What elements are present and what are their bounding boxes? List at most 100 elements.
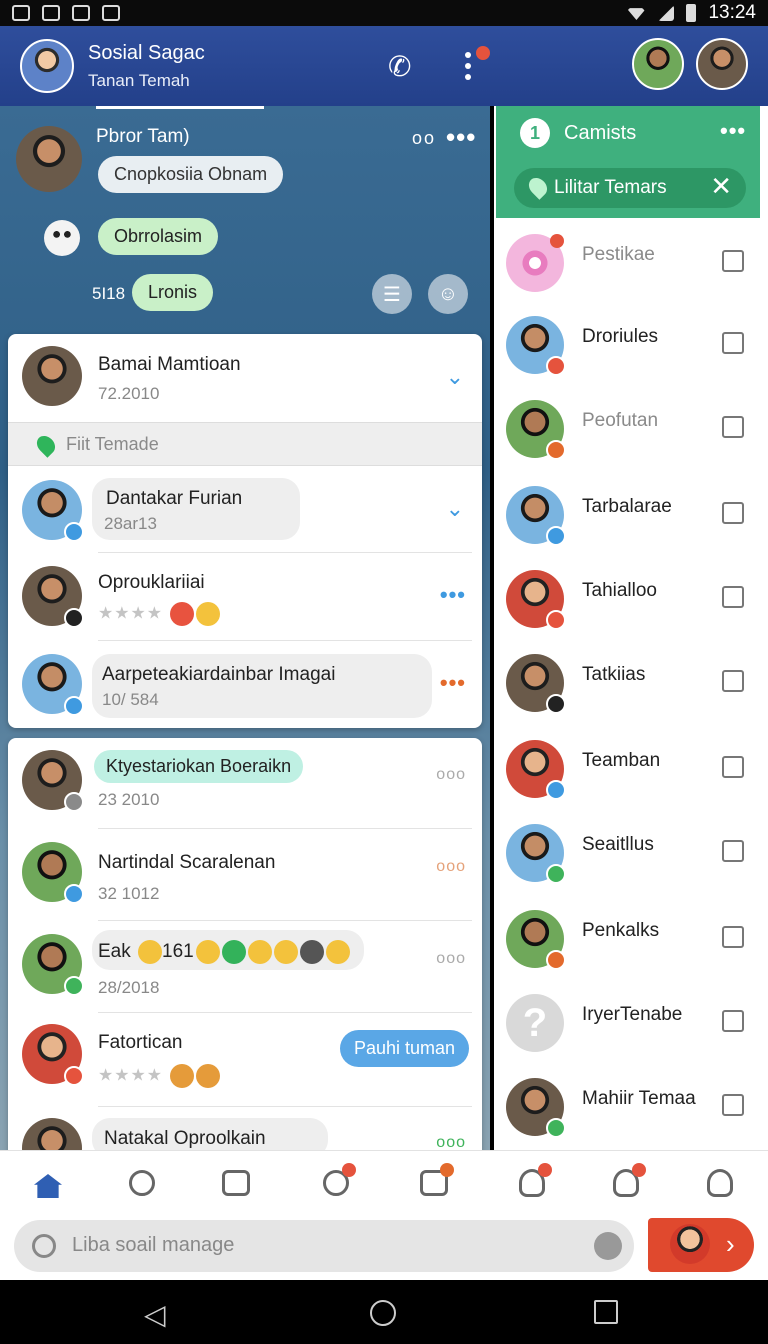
more-icon[interactable]: ooo xyxy=(436,1134,466,1150)
avatar-face xyxy=(22,346,82,406)
location-pin-icon xyxy=(525,174,551,200)
more-icon[interactable]: ••• xyxy=(440,582,466,608)
list-item[interactable]: Oprouklariiai ★★★★ ••• xyxy=(8,554,482,642)
notifications-icon[interactable] xyxy=(318,1163,356,1201)
emoji-icon xyxy=(299,940,324,964)
filter-bar[interactable]: Fiit Temade xyxy=(8,422,482,466)
select-checkbox[interactable] xyxy=(722,926,744,948)
panel-list-item[interactable]: Tarbalarae xyxy=(494,478,768,562)
panel-item-name: Penkalks xyxy=(582,920,660,941)
list-item[interactable]: Natakal Oproolkain ooo xyxy=(8,1108,482,1150)
panel-search[interactable]: Lilitar Temars ✕ xyxy=(514,168,746,208)
list-item[interactable]: Dantakar Furian 28ar13 ⌄ xyxy=(8,466,482,554)
more-icon[interactable]: ooo xyxy=(436,766,466,784)
panel-list-item[interactable]: Seaitllus xyxy=(494,816,768,900)
panel-list-item[interactable]: Teamban xyxy=(494,732,768,816)
search-input[interactable]: Liba soail manage xyxy=(14,1220,634,1272)
select-checkbox[interactable] xyxy=(722,670,744,692)
avatar xyxy=(506,316,566,376)
emoji-icon xyxy=(195,602,220,626)
chevron-right-icon: › xyxy=(726,1229,735,1259)
back-icon[interactable]: ◁ xyxy=(144,1298,166,1331)
select-checkbox[interactable] xyxy=(722,756,744,778)
news-icon[interactable] xyxy=(416,1163,454,1201)
contact-avatar-1[interactable] xyxy=(632,38,684,90)
select-checkbox[interactable] xyxy=(722,586,744,608)
list-item[interactable]: Aarpeteakiardainbar Imagai 10/ 584 ••• xyxy=(8,642,482,728)
app-header: Sosial Sagac Tanan Temah ✆ xyxy=(0,26,768,106)
divider xyxy=(98,920,472,921)
select-checkbox[interactable] xyxy=(722,250,744,272)
home-icon[interactable] xyxy=(30,1165,66,1201)
panel-list-item[interactable]: Peofutan xyxy=(494,392,768,476)
list-item[interactable]: Nartindal Scaralenan 32 1012 ooo xyxy=(8,830,482,920)
emoji-icon xyxy=(325,940,350,964)
panel-more-icon[interactable]: ••• xyxy=(720,118,746,144)
profile-avatar[interactable] xyxy=(20,39,74,93)
more-icon[interactable]: ••• xyxy=(440,670,466,696)
name-text: Eak xyxy=(98,941,131,963)
avatar xyxy=(506,486,566,546)
panel-list-item[interactable]: Droriules xyxy=(494,308,768,392)
location-pin-icon xyxy=(33,432,59,458)
chat-more-icon[interactable]: ••• xyxy=(446,122,476,153)
chevron-down-icon[interactable]: ⌄ xyxy=(446,364,464,390)
friends-icon[interactable] xyxy=(608,1163,646,1201)
panel-header: 1 Camists ••• Lilitar Temars ✕ xyxy=(496,106,760,218)
more-options-icon[interactable] xyxy=(456,46,490,86)
panel-list-item[interactable]: Pestikae xyxy=(494,226,768,310)
chevron-down-icon[interactable]: ⌄ xyxy=(446,496,464,522)
profile-icon[interactable] xyxy=(702,1165,738,1201)
close-icon[interactable]: ✕ xyxy=(710,171,732,202)
unknown-avatar-icon: ? xyxy=(506,994,564,1052)
signal-icon xyxy=(658,5,675,21)
verified-badge xyxy=(546,526,566,546)
panel-item-name: Mahiir Temaa xyxy=(582,1088,696,1109)
contacts-card: Bamai Mamtioan 72.2010 ⌄ Fiit Temade Dan… xyxy=(8,334,482,728)
select-checkbox[interactable] xyxy=(722,416,744,438)
contact-meta: 72.2010 xyxy=(98,384,160,403)
camera-icon[interactable] xyxy=(218,1165,254,1201)
search-placeholder: Liba soail manage xyxy=(72,1234,235,1256)
home-button-icon[interactable] xyxy=(370,1300,396,1326)
panel-list-item[interactable]: ? IryerTenabe xyxy=(494,986,768,1070)
contact-avatar-2[interactable] xyxy=(696,38,748,90)
panel-list-item[interactable]: Tatkiias xyxy=(494,646,768,730)
wifi-icon xyxy=(626,8,647,20)
sender-avatar[interactable] xyxy=(16,126,82,192)
panel-list-item[interactable]: Penkalks xyxy=(494,902,768,986)
more-icon[interactable]: ooo xyxy=(436,950,466,968)
select-checkbox[interactable] xyxy=(722,502,744,524)
filter-label: Fiit Temade xyxy=(66,434,159,454)
avatar xyxy=(506,824,566,884)
contact-name: Natakal Oproolkain xyxy=(104,1128,266,1149)
panel-item-name: IryerTenabe xyxy=(582,1004,683,1025)
select-checkbox[interactable] xyxy=(722,1094,744,1116)
info-icon: 1 xyxy=(520,118,550,148)
phone-icon[interactable]: ✆ xyxy=(388,50,411,83)
emoji-icon xyxy=(195,1064,220,1088)
select-checkbox[interactable] xyxy=(722,840,744,862)
panel-item-name: Seaitllus xyxy=(582,834,654,855)
list-item[interactable]: Bamai Mamtioan 72.2010 ⌄ xyxy=(8,334,482,422)
list-item[interactable]: Eak 161 28/2018 ooo xyxy=(8,922,482,1012)
send-button[interactable]: › xyxy=(648,1218,754,1272)
list-item[interactable]: Ktyestariokan Boeraikn 23 2010 ooo xyxy=(8,738,482,828)
more-icon[interactable]: ooo xyxy=(436,858,466,876)
select-checkbox[interactable] xyxy=(722,1010,744,1032)
user-icon[interactable]: ☺ xyxy=(428,274,468,314)
avatar xyxy=(22,654,84,716)
recent-apps-icon[interactable] xyxy=(594,1300,618,1324)
panel-list-item[interactable]: Tahialloo xyxy=(494,562,768,646)
status-badge xyxy=(546,610,566,630)
list-item[interactable]: Fatortican ★★★★ Pauhi tuman xyxy=(8,1014,482,1106)
menu-icon[interactable]: ☰ xyxy=(372,274,412,314)
alerts-icon[interactable] xyxy=(514,1163,552,1201)
search-icon[interactable] xyxy=(124,1165,160,1201)
panel-list-item[interactable]: Mahiir Temaa xyxy=(494,1070,768,1154)
emoji-icon[interactable] xyxy=(594,1232,622,1260)
avatar-face xyxy=(22,1118,82,1150)
contact-meta: 10/ 584 xyxy=(102,690,159,709)
panel-item-name: Tatkiias xyxy=(582,664,646,685)
select-checkbox[interactable] xyxy=(722,332,744,354)
